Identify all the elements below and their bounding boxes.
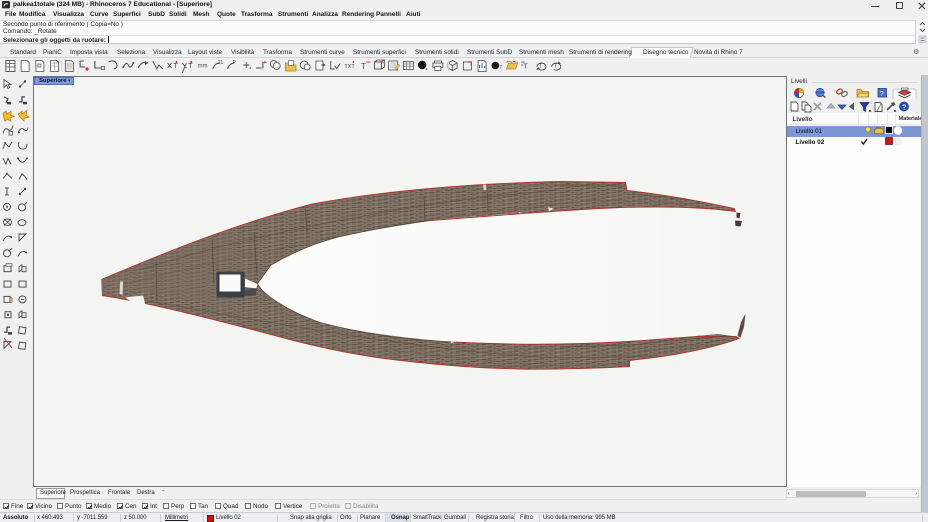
svg-text:P: P [233, 60, 237, 66]
svg-text:?: ? [880, 90, 884, 97]
svg-text:mm: mm [198, 64, 208, 70]
svg-text:TXT: TXT [344, 64, 355, 70]
svg-text:T: T [499, 65, 502, 71]
svg-text:T: T [188, 63, 193, 70]
svg-text:T: T [554, 64, 558, 70]
svg-text:T: T [361, 62, 366, 71]
svg-text:T: T [174, 63, 179, 70]
svg-text:21: 21 [218, 60, 224, 66]
svg-text:T: T [539, 64, 543, 70]
svg-text:T: T [523, 62, 528, 71]
svg-text:?: ? [902, 103, 907, 112]
